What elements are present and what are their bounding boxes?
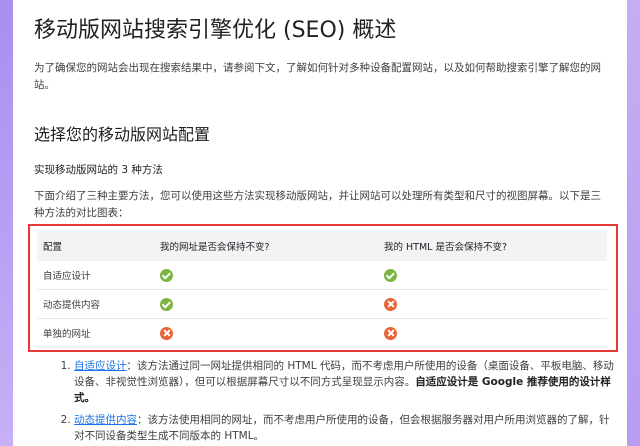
list-item: 动态提供内容：该方法使用相同的网址，而不考虑用户所使用的设备，但会根据服务器对用… xyxy=(74,412,614,444)
section-title: 选择您的移动版网站配置 xyxy=(34,125,211,144)
check-icon xyxy=(160,297,173,311)
responsive-design-link[interactable]: 自适应设计 xyxy=(74,360,127,372)
screenshot-frame: 移动版网站搜索引擎优化 (SEO) 概述 为了确保您的网站会出现在搜索结果中，请… xyxy=(13,0,627,446)
intro-paragraph: 为了确保您的网站会出现在搜索结果中，请参阅下文，了解如何针对多种设备配置网站，以… xyxy=(34,62,601,91)
row-label: 自适应设计 xyxy=(37,261,154,290)
table-row: 单独的网址 xyxy=(37,318,607,348)
method-description: ：该方法使用相同的网址，而不考虑用户所使用的设备，但会根据服务器对用户所用浏览器… xyxy=(74,414,610,442)
methods-subheading: 实现移动版网站的 3 种方法 xyxy=(34,164,163,176)
row-label: 单独的网址 xyxy=(37,318,154,348)
cross-icon xyxy=(384,297,397,311)
page-title: 移动版网站搜索引擎优化 (SEO) 概述 xyxy=(34,18,397,43)
comparison-description: 下面介绍了三种主要方法，您可以使用这些方法实现移动版网站，并让网站可以处理所有类… xyxy=(34,190,601,219)
header-config: 配置 xyxy=(37,231,154,261)
row-label: 动态提供内容 xyxy=(37,289,154,319)
table-row: 自适应设计 xyxy=(37,261,607,290)
cross-icon xyxy=(160,326,173,340)
methods-list: 自适应设计：该方法通过同一网址提供相同的 HTML 代码，而不考虑用户所使用的设… xyxy=(34,358,614,446)
comparison-table: 配置 我的网址是否会保持不变? 我的 HTML 是否会保持不变? 自适应设计 动… xyxy=(37,231,607,348)
header-html-same: 我的 HTML 是否会保持不变? xyxy=(378,231,607,261)
header-url-same: 我的网址是否会保持不变? xyxy=(154,231,378,261)
cross-icon xyxy=(384,326,397,340)
dynamic-serving-link[interactable]: 动态提供内容 xyxy=(74,414,137,426)
table-header-row: 配置 我的网址是否会保持不变? 我的 HTML 是否会保持不变? xyxy=(37,231,607,261)
list-item: 自适应设计：该方法通过同一网址提供相同的 HTML 代码，而不考虑用户所使用的设… xyxy=(74,358,614,406)
check-icon xyxy=(160,268,173,282)
check-icon xyxy=(384,268,397,282)
table-row: 动态提供内容 xyxy=(37,289,607,319)
